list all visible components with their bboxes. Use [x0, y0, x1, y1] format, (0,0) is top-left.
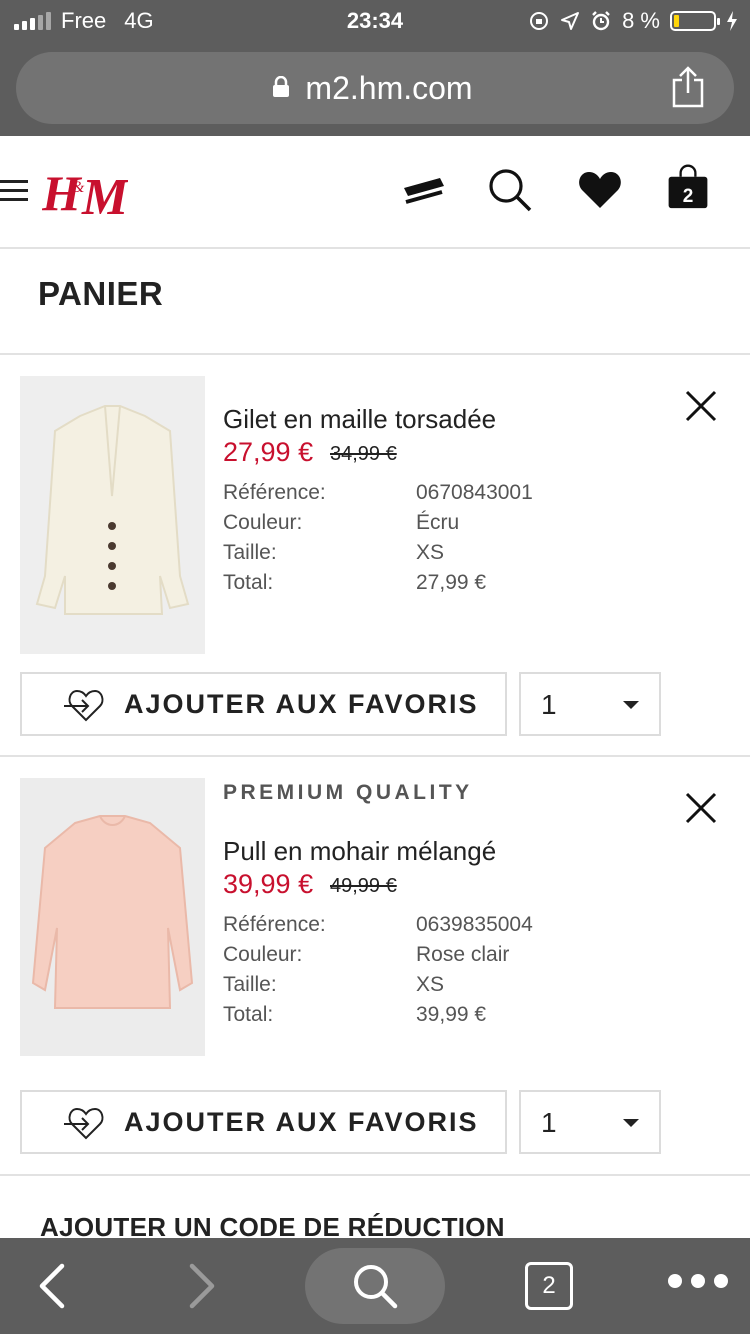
divider [0, 1174, 750, 1176]
product-image[interactable] [20, 376, 205, 654]
orientation-lock-icon [530, 12, 549, 30]
charging-bolt-icon [727, 11, 737, 31]
heart-arrow-icon [64, 1107, 104, 1140]
share-icon[interactable] [670, 66, 706, 108]
color-value: Écru [416, 511, 460, 534]
alarm-icon [592, 11, 610, 31]
total-value: 39,99 € [416, 1003, 487, 1026]
search-icon[interactable] [486, 166, 534, 214]
product-old-price: 49,99 € [330, 875, 397, 897]
total-value: 27,99 € [416, 571, 487, 594]
remove-item-button[interactable] [683, 388, 719, 424]
total-label: Total: [223, 571, 274, 594]
remove-item-button[interactable] [683, 790, 719, 826]
color-value: Rose clair [416, 943, 510, 966]
more-options-icon[interactable] [668, 1274, 728, 1298]
size-value: XS [416, 541, 445, 564]
product-price: 27,99 € [223, 437, 314, 467]
divider [0, 755, 750, 757]
premium-quality-tag: PREMIUM QUALITY [223, 781, 473, 804]
color-label: Couleur: [223, 943, 303, 966]
size-value: XS [416, 973, 445, 996]
page-title: PANIER [38, 275, 164, 312]
address-bar[interactable]: m2.hm.com [16, 52, 734, 124]
status-bar: Free 4G 23:34 8 % [0, 0, 750, 42]
quantity-select[interactable]: 1 [519, 1090, 661, 1154]
search-icon [354, 1265, 398, 1309]
forward-icon[interactable] [184, 1262, 218, 1310]
size-label: Taille: [223, 541, 277, 564]
browser-chrome-top: Free 4G 23:34 8 % m2.hm.com [0, 0, 750, 136]
size-label: Taille: [223, 973, 277, 996]
chevron-down-icon [623, 1119, 639, 1127]
color-label: Couleur: [223, 511, 303, 534]
quantity-value: 1 [541, 689, 557, 720]
chevron-down-icon [623, 701, 639, 709]
hm-logo[interactable]: H & M [42, 162, 128, 222]
battery-icon [670, 11, 720, 31]
url-text: m2.hm.com [305, 70, 473, 106]
reference-label: Référence: [223, 913, 326, 936]
menu-icon[interactable] [0, 180, 28, 202]
divider [0, 353, 750, 355]
site-header: H & M 2 [0, 136, 750, 249]
location-icon [561, 12, 580, 30]
product-name[interactable]: Pull en mohair mélangé [223, 836, 496, 867]
cart-count-badge: 2 [682, 186, 694, 207]
add-to-favorites-button[interactable]: AJOUTER AUX FAVORIS [20, 672, 507, 736]
favorites-heart-icon[interactable] [576, 166, 624, 214]
add-to-favorites-button[interactable]: AJOUTER AUX FAVORIS [20, 1090, 507, 1154]
product-name[interactable]: Gilet en maille torsadée [223, 404, 496, 435]
add-to-favorites-label: AJOUTER AUX FAVORIS [124, 689, 479, 719]
svg-text:M: M [81, 169, 128, 222]
reference-value: 0639835004 [416, 913, 533, 936]
total-label: Total: [223, 1003, 274, 1026]
status-right: 8 % [528, 8, 738, 34]
heart-arrow-icon [64, 689, 104, 722]
back-icon[interactable] [36, 1262, 70, 1310]
reference-value: 0670843001 [416, 481, 533, 504]
product-old-price: 34,99 € [330, 443, 397, 465]
reference-label: Référence: [223, 481, 326, 504]
product-image[interactable] [20, 778, 205, 1056]
browser-search-button[interactable] [305, 1248, 445, 1324]
quantity-value: 1 [541, 1107, 557, 1138]
gift-card-icon[interactable] [400, 166, 448, 214]
battery-percent: 8 % [622, 8, 660, 33]
cardigan-image [35, 405, 190, 615]
quantity-select[interactable]: 1 [519, 672, 661, 736]
sweater-image [31, 815, 194, 1009]
tabs-button[interactable]: 2 [525, 1262, 573, 1310]
browser-toolbar: 2 [0, 1238, 750, 1334]
add-to-favorites-label: AJOUTER AUX FAVORIS [124, 1107, 479, 1137]
product-price: 39,99 € [223, 869, 314, 899]
